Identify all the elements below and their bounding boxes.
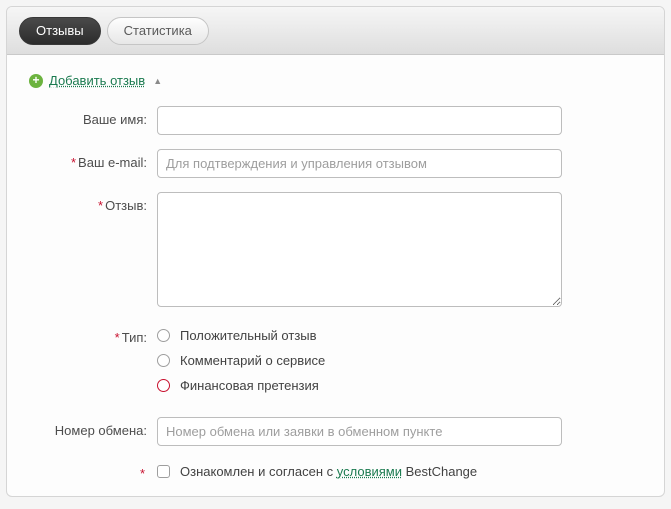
terms-link[interactable]: условиями — [337, 464, 402, 479]
exchange-input[interactable] — [157, 417, 562, 446]
review-label: *Отзыв: — [29, 192, 157, 310]
radio-comment[interactable]: Комментарий о сервисе — [157, 353, 642, 368]
add-review-toggle[interactable]: + Добавить отзыв ▲ — [29, 73, 642, 88]
panel-body: + Добавить отзыв ▲ Ваше имя: *Ваш e-mail… — [7, 55, 664, 497]
exchange-label: Номер обмена: — [29, 417, 157, 446]
tabs-bar: Отзывы Статистика — [7, 7, 664, 55]
radio-label: Положительный отзыв — [180, 328, 317, 343]
email-label: *Ваш e-mail: — [29, 149, 157, 178]
reviews-panel: Отзывы Статистика + Добавить отзыв ▲ Ваш… — [6, 6, 665, 497]
email-input[interactable] — [157, 149, 562, 178]
tab-reviews[interactable]: Отзывы — [19, 17, 101, 45]
collapse-icon: ▲ — [153, 76, 162, 86]
checkbox-icon — [157, 465, 170, 478]
radio-label: Комментарий о сервисе — [180, 353, 325, 368]
radio-claim[interactable]: Финансовая претензия — [157, 378, 642, 393]
name-input[interactable] — [157, 106, 562, 135]
review-textarea[interactable] — [157, 192, 562, 307]
add-review-link: Добавить отзыв — [49, 73, 145, 88]
name-label: Ваше имя: — [29, 106, 157, 135]
tab-stats[interactable]: Статистика — [107, 17, 209, 45]
radio-label: Финансовая претензия — [180, 378, 319, 393]
agree-text: Ознакомлен и согласен с условиями BestCh… — [180, 464, 477, 479]
agree-checkbox-row[interactable]: Ознакомлен и согласен с условиями BestCh… — [157, 460, 642, 479]
radio-positive[interactable]: Положительный отзыв — [157, 328, 642, 343]
plus-icon: + — [29, 74, 43, 88]
type-label: *Тип: — [29, 324, 157, 403]
radio-icon — [157, 379, 170, 392]
radio-icon — [157, 354, 170, 367]
agree-req: * — [29, 460, 157, 481]
radio-icon — [157, 329, 170, 342]
